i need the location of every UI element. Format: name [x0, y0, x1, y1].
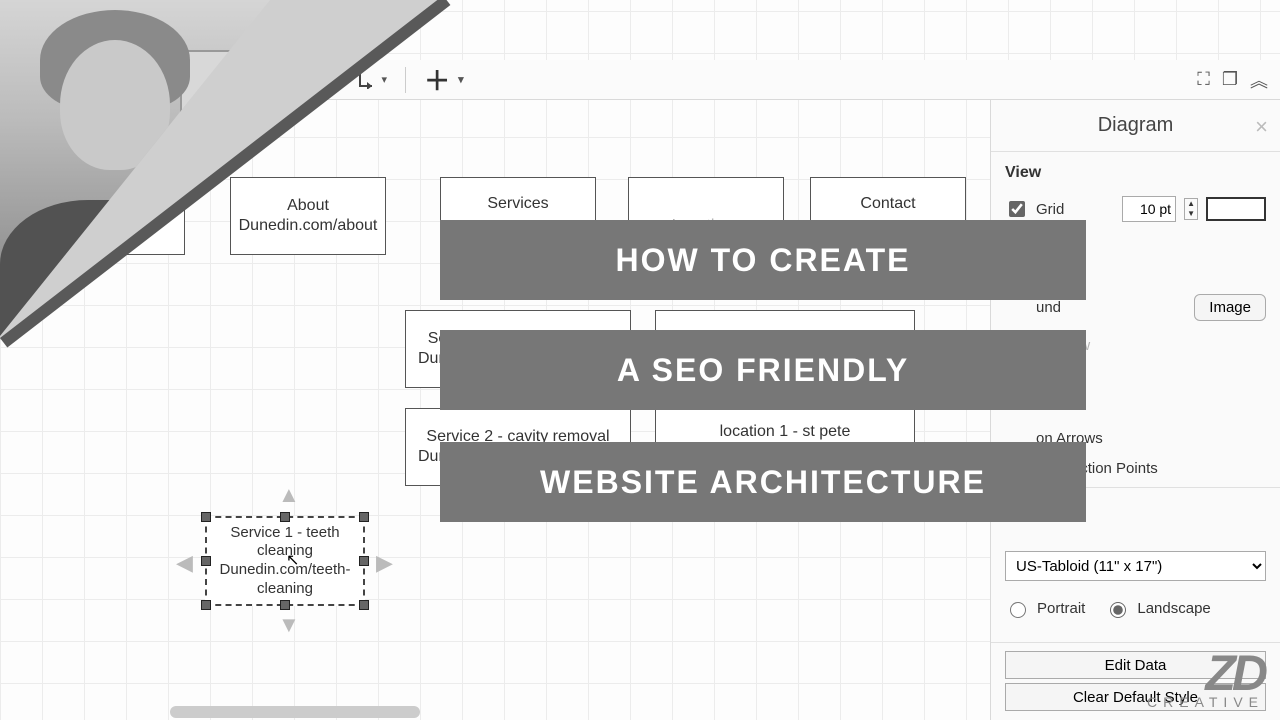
direction-arrow-left[interactable]: ◀ [176, 550, 193, 576]
fullscreen-icon[interactable]: ⛶ [1197, 69, 1210, 90]
format-panel-toggle-icon[interactable]: ❐ [1222, 69, 1238, 90]
resize-handle[interactable] [201, 512, 211, 522]
resize-handle[interactable] [280, 600, 290, 610]
grid-size-input[interactable] [1122, 196, 1176, 222]
overlay-banner-3: WEBSITE ARCHITECTURE [440, 442, 1086, 522]
node-line: cleaning [257, 542, 313, 561]
resize-handle[interactable] [359, 556, 369, 566]
grid-checkbox[interactable]: Grid [1005, 198, 1064, 220]
background-image-button[interactable]: Image [1194, 294, 1266, 321]
overlay-banner-2: A SEO FRIENDLY [440, 330, 1086, 410]
grid-size-stepper[interactable]: ▲▼ [1184, 198, 1198, 220]
orientation-landscape[interactable]: Landscape [1105, 599, 1210, 618]
format-panel: × Diagram View Grid ▲▼ w und Image Shado… [990, 100, 1280, 720]
collapse-icon[interactable]: ︽ [1250, 67, 1268, 93]
resize-handle[interactable] [201, 600, 211, 610]
direction-arrow-down[interactable]: ▼ [278, 612, 300, 638]
direction-arrow-right[interactable]: ▶ [376, 550, 393, 576]
resize-handle[interactable] [280, 512, 290, 522]
node-title: Services [487, 194, 548, 214]
webcam-overlay [0, 0, 350, 350]
view-heading: View [1005, 164, 1266, 182]
orientation-portrait[interactable]: Portrait [1005, 599, 1085, 618]
node-title: location 1 - st pete [720, 422, 851, 442]
panel-title: Diagram [1005, 114, 1266, 137]
overlay-banner-1: HOW TO CREATE [440, 220, 1086, 300]
resize-handle[interactable] [201, 556, 211, 566]
horizontal-scrollbar[interactable] [170, 706, 420, 718]
node-line: Service 1 - teeth [230, 524, 339, 543]
paper-size-select[interactable]: US-Tabloid (11" x 17") [1005, 551, 1266, 581]
cursor-icon: ↖ [286, 550, 299, 570]
node-title: Contact [860, 194, 915, 214]
logo-subtext: CREATIVE [1147, 694, 1264, 710]
node-selected-service[interactable]: Service 1 - teeth cleaning Dunedin.com/t… [205, 516, 365, 606]
direction-arrow-up[interactable]: ▲ [278, 482, 300, 508]
node-line: cleaning [257, 580, 313, 599]
close-icon[interactable]: × [1255, 114, 1268, 140]
resize-handle[interactable] [359, 600, 369, 610]
brand-logo: ZD CREATIVE [1147, 644, 1264, 710]
grid-color-swatch[interactable] [1206, 197, 1266, 221]
resize-handle[interactable] [359, 512, 369, 522]
node-line: Dunedin.com/teeth- [220, 561, 351, 580]
